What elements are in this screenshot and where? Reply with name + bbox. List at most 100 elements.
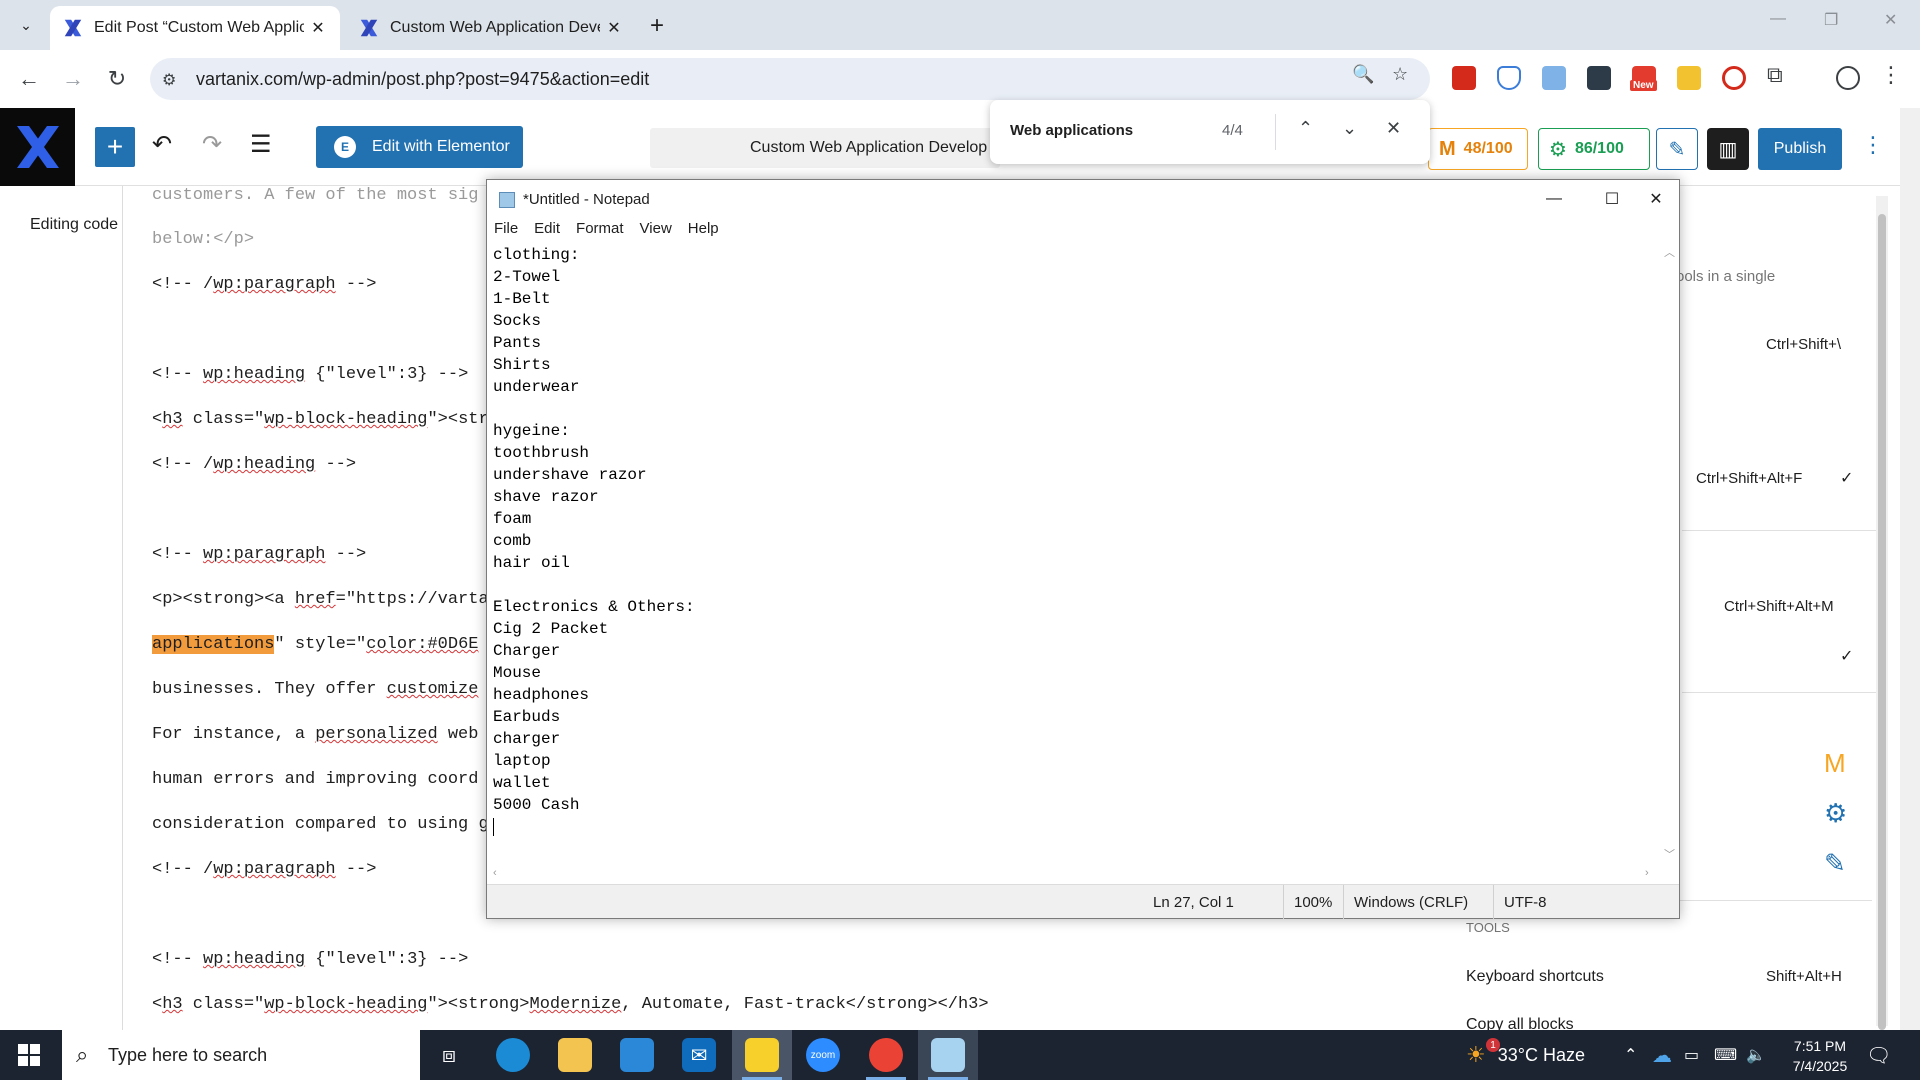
document-extension-icon[interactable] bbox=[1542, 66, 1566, 90]
undo-icon[interactable]: ↶ bbox=[152, 130, 172, 159]
screen-capture-extension-icon[interactable] bbox=[1587, 66, 1611, 90]
url-bar[interactable]: vartanix.com/wp-admin/post.php?post=9475… bbox=[150, 58, 1430, 100]
menu-help[interactable]: Help bbox=[688, 218, 719, 242]
rank-score-button[interactable]: M 48/100 bbox=[1428, 128, 1528, 170]
scroll-down-icon[interactable]: ﹀ bbox=[1664, 846, 1675, 862]
network-icon[interactable]: ⌨ bbox=[1714, 1030, 1737, 1080]
notepad-titlebar[interactable]: *Untitled - Notepad — ☐ ✕ bbox=[487, 180, 1679, 218]
notepad-minimize-icon[interactable]: — bbox=[1531, 186, 1577, 212]
code-line[interactable]: customers. A few of the most sig bbox=[152, 186, 478, 205]
ai-wand-sidebar-icon[interactable]: ✎ bbox=[1824, 848, 1846, 879]
scroll-right-icon[interactable]: › bbox=[1645, 867, 1649, 879]
find-previous-icon[interactable]: ⌃ bbox=[1298, 118, 1313, 139]
notepad-vertical-scrollbar[interactable]: ︿ ﹀ bbox=[1659, 242, 1679, 864]
taskbar-search-box[interactable]: ⌕ Type here to search bbox=[62, 1030, 420, 1080]
notepad-horizontal-scrollbar[interactable]: ‹ › bbox=[487, 864, 1659, 884]
document-overview-icon[interactable]: ☰ bbox=[250, 130, 272, 159]
reload-icon[interactable]: ↻ bbox=[102, 64, 132, 94]
battery-icon[interactable]: ▭ bbox=[1684, 1030, 1699, 1080]
file-explorer-icon[interactable] bbox=[558, 1038, 592, 1072]
notepad-running[interactable] bbox=[918, 1030, 978, 1080]
onedrive-cloud-icon[interactable]: ☁ bbox=[1652, 1030, 1672, 1080]
back-arrow-icon[interactable]: ← bbox=[14, 64, 44, 94]
code-line[interactable]: <h3 class="wp-block-heading"><strong>Mod… bbox=[152, 995, 989, 1014]
weather-widget[interactable]: ☀ 1 33°C Haze bbox=[1466, 1030, 1585, 1080]
seo-score-button[interactable]: ⚙ 86/100 bbox=[1538, 128, 1650, 170]
add-block-button[interactable]: + bbox=[95, 127, 135, 167]
scroll-up-icon[interactable]: ︿ bbox=[1664, 244, 1675, 260]
microsoft-store-icon[interactable] bbox=[620, 1038, 654, 1072]
zoom-app-icon[interactable]: zoom bbox=[806, 1038, 840, 1072]
task-view-icon[interactable]: ⧈ bbox=[432, 1038, 466, 1072]
notepad-text-area[interactable]: clothing: 2-Towel 1-Belt Socks Pants Shi… bbox=[493, 244, 695, 838]
tab-close-icon[interactable]: ✕ bbox=[308, 18, 328, 38]
edit-with-elementor-button[interactable]: E Edit with Elementor bbox=[316, 126, 523, 168]
scrollbar-thumb[interactable] bbox=[1878, 214, 1886, 1030]
notepad-close-icon[interactable]: ✕ bbox=[1633, 186, 1679, 212]
notification-center-icon[interactable]: 🗨 bbox=[1866, 1030, 1891, 1080]
code-line[interactable]: <!-- wp:paragraph --> bbox=[152, 545, 366, 564]
code-line[interactable]: <!-- /wp:heading --> bbox=[152, 455, 356, 474]
options-menu-icon[interactable]: ⋮ bbox=[1862, 132, 1884, 158]
tab-edit-post[interactable]: Edit Post “Custom Web Applica ✕ bbox=[50, 6, 340, 50]
new-tab-plus-icon[interactable]: + bbox=[650, 12, 664, 40]
publish-button[interactable]: Publish bbox=[1758, 128, 1842, 170]
tab-search-chevron-icon[interactable]: ⌄ bbox=[12, 12, 40, 38]
ai-wand-icon[interactable]: ✎ bbox=[1656, 128, 1698, 170]
forward-arrow-icon[interactable]: → bbox=[58, 64, 88, 94]
browser-restore-icon[interactable]: ❐ bbox=[1824, 10, 1838, 30]
code-line[interactable]: <!-- /wp:paragraph --> bbox=[152, 860, 376, 879]
seo-sidebar-gear-icon[interactable]: ⚙ bbox=[1824, 798, 1847, 829]
browser-minimize-icon[interactable]: — bbox=[1770, 10, 1786, 28]
chrome-running[interactable] bbox=[856, 1030, 916, 1080]
mail-icon[interactable]: ✉ bbox=[682, 1038, 716, 1072]
notepad-maximize-icon[interactable]: ☐ bbox=[1589, 186, 1635, 212]
settings-sidebar-toggle-icon[interactable]: ▥ bbox=[1707, 128, 1749, 170]
code-line[interactable]: <h3 class="wp-block-heading"><str bbox=[152, 410, 489, 429]
pdf-extension-icon[interactable] bbox=[1452, 66, 1476, 90]
pokeball-extension-icon[interactable] bbox=[1722, 66, 1746, 90]
menu-file[interactable]: File bbox=[494, 218, 518, 242]
profile-avatar-icon[interactable] bbox=[1836, 66, 1860, 90]
code-line[interactable]: businesses. They offer customize bbox=[152, 680, 478, 699]
menu-format[interactable]: Format bbox=[576, 218, 624, 242]
scroll-left-icon[interactable]: ‹ bbox=[493, 867, 497, 879]
menu-view[interactable]: View bbox=[640, 218, 672, 242]
find-in-page-icon[interactable]: 🔍 bbox=[1352, 64, 1374, 85]
volume-muted-icon[interactable]: 🔈 bbox=[1746, 1030, 1766, 1080]
tab-custom-web-application[interactable]: Custom Web Application Devel ✕ bbox=[346, 6, 636, 50]
windows-start-icon[interactable] bbox=[18, 1044, 40, 1066]
sidebar-scrollbar[interactable] bbox=[1876, 196, 1888, 1030]
site-settings-icon[interactable]: ⚙ bbox=[162, 70, 176, 90]
code-line[interactable]: <!-- wp:heading {"level":3} --> bbox=[152, 365, 468, 384]
find-next-icon[interactable]: ⌄ bbox=[1342, 118, 1357, 139]
keyboard-shortcuts-item[interactable]: Keyboard shortcuts bbox=[1466, 968, 1604, 986]
find-close-icon[interactable]: ✕ bbox=[1386, 118, 1401, 139]
rank-extension-icon[interactable] bbox=[1677, 66, 1701, 90]
code-line[interactable]: <!-- wp:heading {"level":3} --> bbox=[152, 950, 468, 969]
code-line[interactable]: applications" style="color:#0D6E bbox=[152, 635, 478, 654]
page-scrollbar[interactable] bbox=[1900, 108, 1920, 1030]
new-extension-icon[interactable]: New bbox=[1630, 66, 1657, 91]
menu-edit[interactable]: Edit bbox=[534, 218, 560, 242]
site-logo-icon[interactable] bbox=[0, 108, 75, 186]
bookmark-star-icon[interactable]: ☆ bbox=[1392, 64, 1408, 85]
rankmath-sidebar-icon[interactable]: M bbox=[1824, 748, 1846, 779]
code-line[interactable]: <p><strong><a href="https://varta bbox=[152, 590, 489, 609]
code-line[interactable]: For instance, a personalized web bbox=[152, 725, 478, 744]
code-line[interactable]: <!-- /wp:paragraph --> bbox=[152, 275, 376, 294]
redo-icon[interactable]: ↷ bbox=[202, 130, 222, 159]
browser-close-icon[interactable]: ✕ bbox=[1884, 10, 1897, 30]
sticky-notes-running[interactable] bbox=[732, 1030, 792, 1080]
tab-close-icon[interactable]: ✕ bbox=[604, 18, 624, 38]
show-hidden-icons-chevron-icon[interactable]: ⌃ bbox=[1624, 1030, 1637, 1080]
code-line[interactable]: below:</p> bbox=[152, 230, 254, 249]
shield-extension-icon[interactable] bbox=[1497, 66, 1521, 90]
find-query[interactable]: Web applications bbox=[1010, 122, 1133, 139]
edge-browser-icon[interactable] bbox=[496, 1038, 530, 1072]
code-line[interactable]: human errors and improving coord bbox=[152, 770, 478, 789]
system-clock[interactable]: 7:51 PM 7/4/2025 bbox=[1780, 1036, 1860, 1076]
document-title-bar[interactable]: Custom Web Application Develop bbox=[650, 128, 1000, 168]
browser-menu-icon[interactable]: ⋮ bbox=[1880, 62, 1904, 87]
code-line[interactable]: consideration compared to using g bbox=[152, 815, 489, 834]
